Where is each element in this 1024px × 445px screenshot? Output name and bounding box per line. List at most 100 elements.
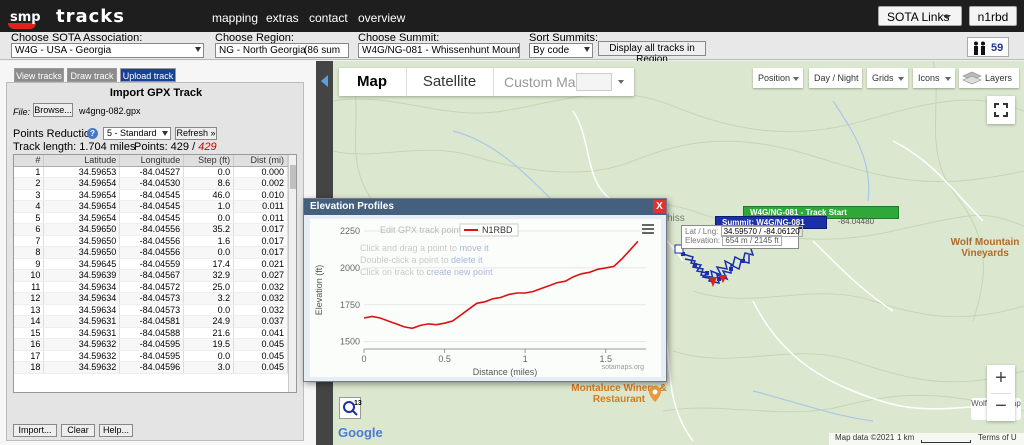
table-row[interactable]: 8 34.59650 -84.04556 0.0 0.017 <box>14 246 288 259</box>
table-row[interactable]: 15 34.59631 -84.04588 21.6 0.041 <box>14 327 288 339</box>
file-name: w4gng-082.gpx <box>79 106 141 116</box>
table-row[interactable]: 12 34.59634 -84.04573 3.2 0.032 <box>14 292 288 305</box>
fullscreen-icon <box>994 103 1008 117</box>
logo-text: smp <box>10 10 41 25</box>
layers-control[interactable]: Layers <box>959 68 1019 88</box>
elevation-row: Elevation: 654 m / 2145 ft <box>685 235 795 246</box>
table-row[interactable]: 14 34.59631 -84.04581 24.9 0.037 <box>14 315 288 328</box>
day-night-control[interactable]: Day / Night <box>809 68 862 88</box>
table-row[interactable]: 5 34.59654 -84.04545 0.0 0.011 <box>14 212 288 224</box>
table-row[interactable]: 17 34.59632 -84.04595 0.0 0.045 <box>14 350 288 362</box>
table-row[interactable]: 3 34.59654 -84.04545 46.0 0.010 <box>14 189 288 201</box>
winery-pin-icon[interactable] <box>648 385 662 403</box>
table-cell: 34.59650 <box>43 246 121 259</box>
table-cell: 17.4 <box>183 258 235 270</box>
table-row[interactable]: 6 34.59650 -84.04556 35.2 0.017 <box>14 223 288 236</box>
display-all-tracks-button[interactable]: Display all tracks in Region <box>598 41 706 65</box>
elevation-chart[interactable]: 1500 1750 2000 2250 0 0.5 1 1.5 Distance (miles)… <box>310 219 661 377</box>
table-row[interactable]: 13 34.59634 -84.04573 0.0 0.032 <box>14 304 288 316</box>
table-row[interactable]: 11 34.59634 -84.04572 25.0 0.032 <box>14 281 288 293</box>
smp-logo[interactable]: smp <box>4 3 41 29</box>
collapse-arrow-icon[interactable] <box>321 75 328 87</box>
table-cell: 0.021 <box>233 258 288 270</box>
nav-extras[interactable]: extras <box>266 11 299 25</box>
terms-link[interactable]: Terms of U <box>978 433 1017 442</box>
x-tick-label: 0.5 <box>438 354 451 364</box>
association-select[interactable]: W4G - USA - Georgia <box>11 43 204 58</box>
position-label: Position <box>758 73 791 83</box>
elevation-profile-window[interactable]: Elevation Profiles X 1500 1750 2000 2250 0 0.… <box>303 198 667 382</box>
help-icon[interactable]: ? <box>87 128 98 139</box>
table-header: # Latitude Longitude Step (ft) Dist (mi) <box>14 155 288 167</box>
table-cell: 34.59654 <box>43 177 121 190</box>
scrollbar-thumb[interactable] <box>290 165 296 189</box>
points-reduction-select[interactable]: 5 - Standard <box>103 127 171 140</box>
tab-upload-track[interactable]: Upload track <box>120 68 176 82</box>
zoom-in-button[interactable]: + <box>987 367 1015 390</box>
layers-icon <box>962 71 982 85</box>
table-cell: 0.032 <box>233 281 288 293</box>
grids-control[interactable]: Grids <box>867 68 908 88</box>
close-icon[interactable]: X <box>653 200 666 213</box>
table-cell: 0.045 <box>233 338 288 351</box>
table-cell: 0.032 <box>233 304 288 316</box>
table-row[interactable]: 16 34.59632 -84.04595 19.5 0.045 <box>14 338 288 351</box>
app-title: tracks <box>56 6 125 27</box>
tab-view-tracks[interactable]: View tracks <box>14 68 64 82</box>
active-users-button[interactable]: 59 <box>967 37 1009 57</box>
table-cell: 0.032 <box>233 292 288 305</box>
position-control[interactable]: Position <box>753 68 803 88</box>
custom-map-select[interactable] <box>576 73 612 91</box>
sort-select[interactable]: By code <box>529 43 593 58</box>
clear-button[interactable]: Clear <box>61 424 95 437</box>
table-cell: 15 <box>14 327 45 339</box>
nav-mapping[interactable]: mapping <box>212 11 258 25</box>
nav-overview[interactable]: overview <box>358 11 405 25</box>
table-scrollbar[interactable] <box>288 155 296 392</box>
refresh-button[interactable]: Refresh » <box>175 127 217 140</box>
zoom-out-button[interactable]: − <box>987 395 1015 418</box>
map-type-satellite[interactable]: Satellite <box>406 68 492 96</box>
user-button[interactable]: n1rbd <box>969 6 1017 26</box>
chevron-down-icon <box>162 131 168 136</box>
table-row[interactable]: 1 34.59653 -84.04527 0.0 0.000 <box>14 166 288 178</box>
table-row[interactable]: 9 34.59645 -84.04559 17.4 0.021 <box>14 258 288 270</box>
instruction-action: delete it <box>451 255 483 265</box>
table-cell: -84.04595 <box>119 350 185 362</box>
map-type-custom[interactable]: Custom Map <box>493 68 634 96</box>
browse-button[interactable]: Browse... <box>33 103 73 117</box>
icons-control[interactable]: Icons <box>913 68 955 88</box>
table-cell: 0.010 <box>233 189 288 201</box>
table-cell: 34.59632 <box>43 361 121 374</box>
poi-wolf-mountain[interactable]: Wolf Mountain Vineyards <box>945 237 1024 259</box>
tab-draw-track[interactable]: Draw track <box>67 68 117 82</box>
table-cell: 0.0 <box>183 166 235 178</box>
region-select[interactable]: NG - North Georgia (86 sum <box>215 43 349 58</box>
sota-links-button[interactable]: SOTA Links <box>878 6 962 26</box>
col-longitude: Longitude <box>119 155 185 167</box>
caret-down-icon <box>943 15 951 19</box>
nav-contact[interactable]: contact <box>309 11 348 25</box>
selection-bar: Choose SOTA Association: W4G - USA - Geo… <box>0 32 1024 60</box>
table-row[interactable]: 10 34.59639 -84.04567 32.9 0.027 <box>14 269 288 282</box>
streetview-button[interactable]: 13 <box>339 397 362 419</box>
elevation-window-title[interactable]: Elevation Profiles <box>304 199 666 215</box>
instruction-text: Click and drag a point to <box>360 243 460 253</box>
summit-select[interactable]: W4G/NG-081 - Whissenhunt Mountain <box>358 43 520 58</box>
track-points-table[interactable]: # Latitude Longitude Step (ft) Dist (mi)… <box>13 154 297 393</box>
table-cell: 24.9 <box>183 315 235 328</box>
table-cell: -84.04545 <box>119 212 185 224</box>
table-cell: 0.0 <box>183 246 235 259</box>
import-title: Import GPX Track <box>109 87 203 99</box>
scale-label: 1 km <box>897 433 915 442</box>
table-row[interactable]: 18 34.59632 -84.04596 3.0 0.045 <box>14 361 288 374</box>
table-row[interactable]: 2 34.59654 -84.04530 8.6 0.002 <box>14 177 288 190</box>
table-row[interactable]: 7 34.59650 -84.04556 1.6 0.017 <box>14 235 288 247</box>
help-button[interactable]: Help... <box>99 424 133 437</box>
fullscreen-button[interactable] <box>987 96 1015 124</box>
table-row[interactable]: 4 34.59654 -84.04545 1.0 0.011 <box>14 200 288 213</box>
table-cell: 8 <box>14 246 45 259</box>
map-type-map[interactable]: Map <box>339 68 405 96</box>
import-button[interactable]: Import... <box>13 424 57 437</box>
y-tick-label: 2000 <box>340 263 360 273</box>
